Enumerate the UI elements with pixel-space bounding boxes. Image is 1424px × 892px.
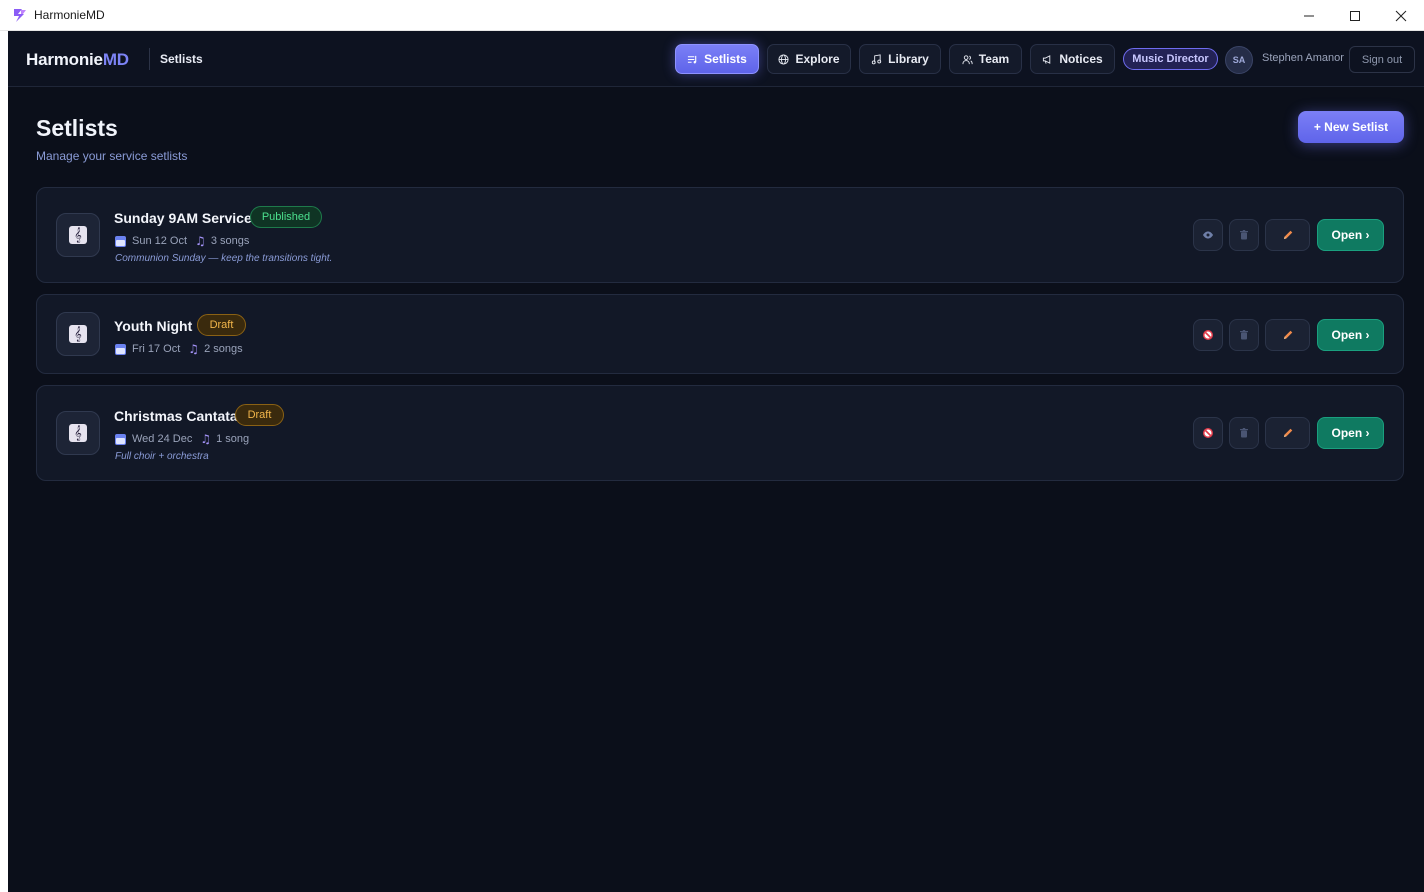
setlist-icon bbox=[688, 55, 697, 63]
setlist-card[interactable]: 𝄞 Christmas Cantata Draft Wed 24 Dec ♫ 1… bbox=[36, 385, 1404, 481]
setlist-card-icon: 𝄞 bbox=[56, 411, 100, 455]
open-setlist-button[interactable]: Open › bbox=[1317, 319, 1384, 351]
window-title: HarmonieMD bbox=[34, 8, 105, 22]
nav-label: Explore bbox=[795, 52, 840, 66]
globe-icon bbox=[778, 53, 790, 65]
maximize-icon bbox=[1350, 10, 1360, 21]
setlist-title: Christmas Cantata bbox=[114, 408, 238, 424]
brand-name: Harmonie bbox=[26, 50, 103, 69]
pencil-icon bbox=[1283, 230, 1292, 239]
treble-clef-icon: 𝄞 bbox=[69, 325, 87, 343]
edit-button[interactable] bbox=[1265, 417, 1310, 449]
trash-icon bbox=[1240, 330, 1248, 340]
song-count: 3 songs bbox=[210, 235, 250, 247]
setlist-card-icon: 𝄞 bbox=[56, 312, 100, 356]
music-note-icon: ♫ bbox=[195, 234, 206, 248]
pencil-icon bbox=[1283, 330, 1292, 339]
visibility-toggle-button[interactable] bbox=[1193, 219, 1223, 251]
setlist-meta: Wed 24 Dec ♫ 1 song bbox=[115, 432, 249, 446]
avatar[interactable]: SA bbox=[1225, 46, 1253, 74]
close-button[interactable] bbox=[1378, 0, 1424, 31]
pencil-icon bbox=[1283, 428, 1292, 437]
role-badge: Music Director bbox=[1123, 48, 1218, 70]
trash-icon bbox=[1240, 230, 1248, 240]
setlist-title: Sunday 9AM Service bbox=[114, 210, 252, 226]
visibility-toggle-button[interactable] bbox=[1193, 319, 1223, 351]
nav-label: Notices bbox=[1059, 52, 1103, 66]
page-subtitle: Manage your service setlists bbox=[36, 149, 188, 163]
setlist-date: Sun 12 Oct bbox=[132, 235, 188, 247]
edit-button[interactable] bbox=[1265, 319, 1310, 351]
open-setlist-button[interactable]: Open › bbox=[1317, 219, 1384, 251]
trash-icon bbox=[1240, 428, 1248, 438]
delete-button[interactable] bbox=[1229, 219, 1259, 251]
nav-notices[interactable]: Notices bbox=[1030, 44, 1115, 74]
setlist-card[interactable]: 𝄞 Youth Night Draft Fri 17 Oct ♫ 2 songs… bbox=[36, 294, 1404, 374]
status-badge: Published bbox=[250, 206, 322, 228]
nav-label: Library bbox=[888, 52, 929, 66]
calendar-icon bbox=[115, 433, 126, 445]
window-titlebar: HarmonieMD bbox=[0, 0, 1424, 31]
delete-button[interactable] bbox=[1229, 319, 1259, 351]
sign-out-button[interactable]: Sign out bbox=[1349, 46, 1415, 73]
calendar-icon bbox=[115, 235, 126, 247]
brand-divider bbox=[149, 48, 150, 70]
treble-clef-icon: 𝄞 bbox=[69, 424, 87, 442]
app-window: HarmonieMD Setlists Setlists Explore Lib… bbox=[8, 31, 1424, 892]
status-badge: Draft bbox=[235, 404, 284, 426]
minimize-button[interactable] bbox=[1286, 0, 1332, 31]
setlist-note: Communion Sunday — keep the transitions … bbox=[115, 253, 333, 264]
setlist-card[interactable]: 𝄞 Sunday 9AM Service Published Sun 12 Oc… bbox=[36, 187, 1404, 283]
treble-clef-icon: 𝄞 bbox=[69, 226, 87, 244]
no-entry-icon bbox=[1203, 428, 1213, 438]
app-logo-icon bbox=[14, 9, 26, 22]
users-icon bbox=[962, 54, 973, 64]
setlist-title: Youth Night bbox=[114, 318, 193, 334]
setlist-card-icon: 𝄞 bbox=[56, 213, 100, 257]
setlist-meta: Fri 17 Oct ♫ 2 songs bbox=[115, 342, 243, 356]
no-entry-icon bbox=[1203, 330, 1213, 340]
eye-icon bbox=[1203, 231, 1213, 239]
close-icon bbox=[1395, 10, 1407, 21]
open-setlist-button[interactable]: Open › bbox=[1317, 417, 1384, 449]
nav-label: Setlists bbox=[704, 52, 747, 66]
brand-logo[interactable]: HarmonieMD bbox=[26, 50, 129, 70]
song-count: 2 songs bbox=[204, 343, 243, 355]
setlist-note: Full choir + orchestra bbox=[115, 451, 209, 462]
music-note-icon bbox=[871, 53, 882, 64]
calendar-icon bbox=[115, 343, 126, 355]
nav-label: Team bbox=[978, 52, 1010, 66]
status-badge: Draft bbox=[197, 314, 246, 336]
current-section-label: Setlists bbox=[160, 52, 203, 66]
page-title: Setlists bbox=[36, 115, 118, 141]
edit-button[interactable] bbox=[1265, 219, 1310, 251]
music-note-icon: ♫ bbox=[188, 342, 200, 356]
setlist-meta: Sun 12 Oct ♫ 3 songs bbox=[115, 234, 249, 248]
maximize-button[interactable] bbox=[1332, 0, 1378, 31]
nav-team[interactable]: Team bbox=[949, 44, 1022, 74]
top-navigation: HarmonieMD Setlists Setlists Explore Lib… bbox=[8, 31, 1424, 87]
megaphone-icon bbox=[1043, 54, 1051, 64]
user-name: Stephen Amanor bbox=[1262, 52, 1344, 64]
setlist-date: Fri 17 Oct bbox=[132, 343, 181, 355]
delete-button[interactable] bbox=[1229, 417, 1259, 449]
setlist-date: Wed 24 Dec bbox=[132, 433, 193, 445]
nav-setlists[interactable]: Setlists bbox=[675, 44, 759, 74]
brand-suffix: MD bbox=[102, 50, 129, 69]
nav-library[interactable]: Library bbox=[859, 44, 941, 74]
song-count: 1 song bbox=[216, 433, 250, 445]
new-setlist-button[interactable]: + New Setlist bbox=[1298, 111, 1404, 143]
nav-explore[interactable]: Explore bbox=[767, 44, 851, 74]
visibility-toggle-button[interactable] bbox=[1193, 417, 1223, 449]
music-note-icon: ♫ bbox=[200, 432, 212, 446]
minimize-icon bbox=[1304, 15, 1314, 16]
